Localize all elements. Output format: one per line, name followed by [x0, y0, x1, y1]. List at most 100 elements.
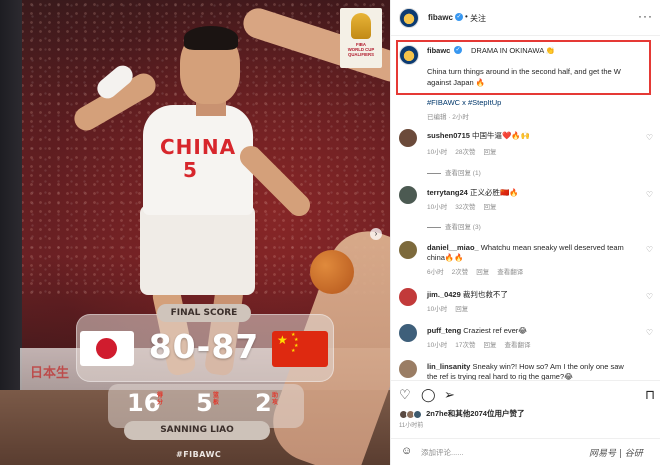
heart-icon[interactable]: ♡ [646, 292, 653, 301]
header-separator: • [465, 12, 468, 21]
photo-hashtag: #FIBAWC [176, 450, 222, 459]
ad-board-text: 日本生 [30, 366, 70, 381]
comment-username[interactable]: sushen0715 [427, 131, 470, 140]
heart-icon[interactable]: ♡ [646, 133, 653, 142]
stat-rebounds-unit: 篮板 [213, 392, 220, 406]
stat-assists: 2 [255, 389, 272, 417]
japan-flag-icon [80, 331, 134, 366]
comment-likes[interactable]: 2次赞 [452, 269, 469, 276]
caption-username[interactable]: fibawc [427, 46, 450, 55]
watermark: 网易号 | 谷研 [589, 449, 643, 459]
reply-button[interactable]: 回复 [483, 204, 496, 211]
post-photo: 日本生 CHINA 5 FIBA WORLD CUP QUALIFIERS FI… [0, 0, 390, 465]
heart-icon[interactable]: ♡ [646, 190, 653, 199]
avatar[interactable] [399, 324, 417, 342]
view-replies-button[interactable]: 查看回复 (1) [427, 167, 481, 177]
likes-summary[interactable]: 2n7he和其他2074位用户赞了 [399, 408, 524, 419]
flag-star-large: ★ [277, 333, 288, 347]
final-score: 80-87 [148, 327, 260, 366]
avatar[interactable] [399, 241, 417, 259]
comment-time: 10小时 [427, 342, 448, 349]
comment-input[interactable] [421, 445, 571, 459]
chevron-right-icon[interactable]: › [370, 228, 382, 240]
follow-button[interactable]: 关注 [470, 13, 486, 24]
header-username[interactable]: fibawc [428, 13, 453, 22]
avatar[interactable] [399, 129, 417, 147]
avatar[interactable] [399, 360, 417, 378]
comment-text: 裁判也救不了 [462, 290, 508, 299]
smile-icon[interactable]: ☺ [401, 445, 412, 457]
player-name-label: SANNING LIAO [124, 421, 270, 440]
comment-username[interactable]: daniel__miao_ [427, 243, 479, 252]
caption-title: DRAMA IN OKINAWA 👏 [471, 46, 556, 55]
stat-points-unit: 得分 [157, 392, 164, 406]
comment-meta: 10小时 32次赞 回复 [427, 201, 504, 211]
flag-star-small: ★ [291, 348, 296, 354]
heart-icon[interactable]: ♡ [399, 387, 411, 403]
reply-button[interactable]: 回复 [483, 149, 496, 156]
caption-hashtags[interactable]: #FIBAWC x #StepItUp [427, 98, 501, 107]
logo-text: FIBA WORLD CUP QUALIFIERS [340, 42, 382, 57]
post-time: 11小时前 [399, 423, 424, 429]
translate-button[interactable]: 查看翻译 [504, 342, 530, 349]
fiba-world-cup-logo: FIBA WORLD CUP QUALIFIERS [340, 8, 382, 68]
comment-text: 正义必胜🇨🇳🔥 [469, 188, 519, 197]
logo-text-line-3: QUALIFIERS [347, 52, 375, 57]
instagram-post-view: 日本生 CHINA 5 FIBA WORLD CUP QUALIFIERS FI… [0, 0, 660, 465]
comment-text-line: terrytang24 正义必胜🇨🇳🔥 [427, 188, 627, 198]
comment-username[interactable]: lin_linsanity [427, 362, 470, 371]
caption-body: China turn things around in the second h… [427, 67, 621, 87]
comment-text-line: jim._0429 裁判也救不了 [427, 290, 627, 300]
player-hair [184, 26, 238, 50]
comment-time: 10小时 [427, 204, 448, 211]
comment-meta: 6小时 2次赞 回复 查看翻译 [427, 266, 531, 276]
reply-button[interactable]: 回复 [455, 306, 468, 313]
avatar[interactable] [399, 186, 417, 204]
player-jersey [143, 105, 253, 215]
comment-likes[interactable]: 28次赞 [455, 149, 475, 156]
reply-button[interactable]: 回复 [483, 342, 496, 349]
stat-points: 16 [127, 389, 161, 417]
caption-avatar[interactable] [399, 45, 419, 65]
comments-panel: fibawc ✓ • 关注 ··· fibawc ✓ DRAMA IN OKIN… [390, 0, 660, 465]
comment-likes[interactable]: 32次赞 [455, 204, 475, 211]
likes-text: 2n7he和其他2074位用户赞了 [426, 409, 525, 418]
comment-icon[interactable]: ◯ [421, 387, 436, 403]
more-horizontal-icon[interactable]: ··· [638, 9, 653, 23]
comment-likes[interactable]: 17次赞 [455, 342, 475, 349]
view-replies-button[interactable]: 查看回复 (3) [427, 221, 481, 231]
comment-text-line: daniel__miao_ Whatchu mean sneaky well d… [427, 243, 627, 263]
jersey-number: 5 [183, 158, 197, 182]
bookmark-icon[interactable]: ⊓ [645, 387, 655, 403]
fibawc-avatar[interactable] [399, 8, 419, 28]
comment-meta: 10小时 28次赞 回复 [427, 146, 504, 156]
heart-icon[interactable]: ♡ [646, 328, 653, 337]
comment-text: Craziest ref ever😂 [463, 326, 528, 335]
comment-username[interactable]: jim._0429 [427, 290, 461, 299]
player-shorts [140, 205, 255, 295]
verified-badge-icon: ✓ [455, 13, 463, 21]
stat-assists-unit: 助攻 [272, 392, 279, 406]
comment-text-line: sushen0715 中国牛逼❤️🔥🙌 [427, 131, 627, 141]
japan-flag-sun [96, 338, 117, 359]
stat-rebounds: 5 [196, 389, 213, 417]
comment-time: 10小时 [427, 149, 448, 156]
comment-text-line: puff_teng Craziest ref ever😂 [427, 326, 627, 336]
comment-meta: 10小时 回复 [427, 303, 476, 313]
comment-username[interactable]: terrytang24 [427, 188, 468, 197]
comment-text-line: lin_linsanity Sneaky win?! How so? Am I … [427, 362, 627, 380]
send-icon[interactable]: ➢ [444, 387, 455, 403]
reply-button[interactable]: 回复 [476, 269, 489, 276]
comment-time: 6小时 [427, 269, 444, 276]
comment-text: 中国牛逼❤️🔥🙌 [472, 131, 531, 140]
comment-username[interactable]: puff_teng [427, 326, 461, 335]
translate-button[interactable]: 查看翻译 [497, 269, 523, 276]
heart-icon[interactable]: ♡ [646, 245, 653, 254]
avatar [413, 409, 422, 419]
trophy-icon [351, 13, 371, 39]
final-score-label: FINAL SCORE [157, 304, 251, 322]
basketball-icon [310, 250, 354, 294]
caption-meta: 已编辑 · 2小时 [427, 114, 469, 121]
jersey-text: CHINA [160, 135, 237, 159]
avatar[interactable] [399, 288, 417, 306]
